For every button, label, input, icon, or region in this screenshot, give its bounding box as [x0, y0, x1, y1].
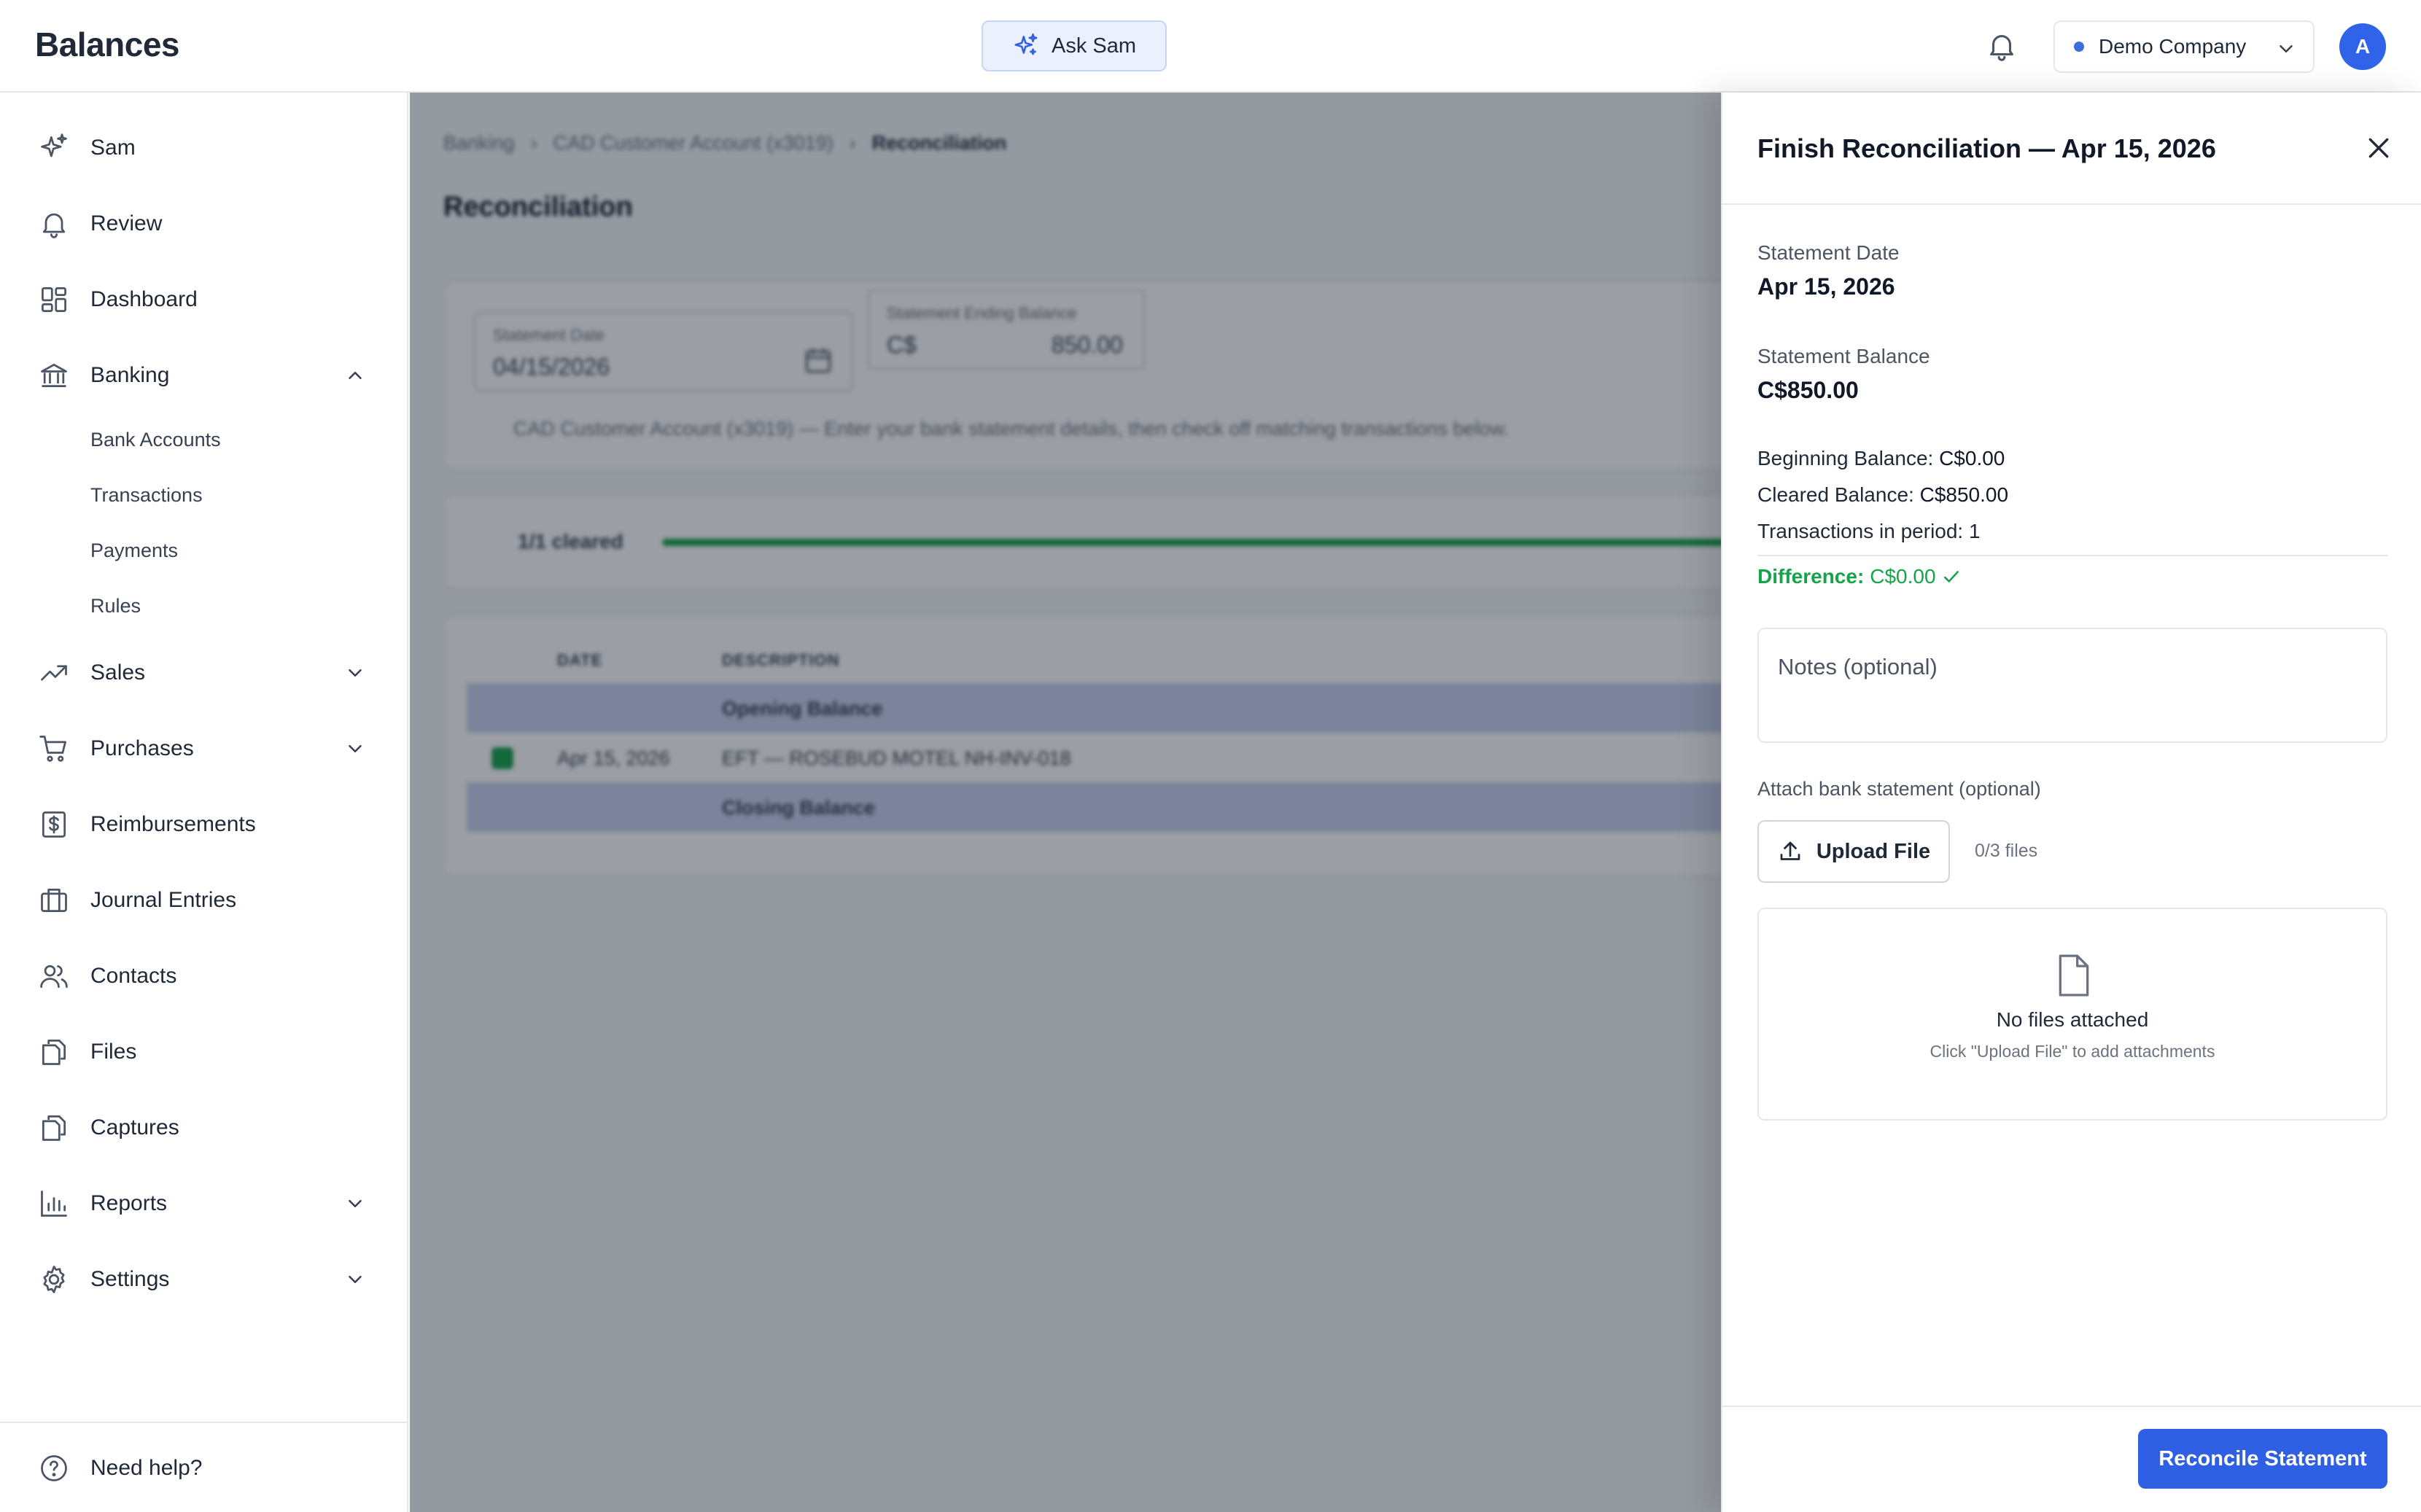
transactions-count-label: Transactions in period:: [1757, 520, 1964, 542]
sidebar-item-dashboard[interactable]: Dashboard: [38, 278, 366, 322]
bell-icon: [42, 213, 66, 238]
sidebar-item-review[interactable]: Review: [38, 202, 366, 246]
attach-statement-label: Attach bank statement (optional): [1757, 778, 2041, 800]
ask-sam-label: Ask Sam: [1051, 34, 1137, 58]
sparkles-icon: [1014, 33, 1038, 55]
cleared-balance-value: C$850.00: [1919, 483, 2009, 506]
finish-reconciliation-panel: Finish Reconciliation — Apr 15, 2026 Sta…: [1721, 93, 2421, 1512]
sidebar-item-banking[interactable]: Banking: [38, 354, 366, 397]
sidebar-item-reports[interactable]: Reports: [38, 1182, 366, 1225]
sidebar-item-label: Dashboard: [90, 287, 198, 311]
sidebar-item-files[interactable]: Files: [38, 1030, 366, 1074]
sidebar-item-label: Captures: [90, 1115, 179, 1139]
files-icon: [42, 1115, 66, 1141]
document-icon: [2059, 954, 2089, 997]
transactions-count-value: 1: [1969, 520, 1981, 542]
sidebar-item-label: Reimbursements: [90, 812, 256, 836]
brand-logo[interactable]: Balances: [35, 25, 180, 64]
chevron-down-icon: [349, 745, 362, 752]
sidebar-item-label: Journal Entries: [90, 888, 237, 912]
beginning-balance-line: Beginning Balance: C$0.00: [1757, 447, 2005, 470]
panel-header: Finish Reconciliation — Apr 15, 2026: [1722, 93, 2421, 205]
users-icon: [40, 965, 68, 989]
cleared-balance-label: Cleared Balance:: [1757, 483, 1914, 506]
empty-state-title: No files attached: [1996, 1008, 2149, 1031]
chevron-down-icon: [349, 1276, 362, 1283]
sidebar-footer: Need help?: [0, 1422, 408, 1512]
sidebar-subitem-transactions[interactable]: Transactions: [90, 479, 203, 511]
beginning-balance-label: Beginning Balance:: [1757, 447, 1934, 469]
sidebar-subitem-payments[interactable]: Payments: [90, 534, 178, 566]
statement-date-value: Apr 15, 2026: [1757, 273, 1895, 300]
notifications-bell-icon[interactable]: [1985, 29, 2018, 63]
sidebar-item-journal-entries[interactable]: Journal Entries: [38, 878, 366, 922]
checkmark-icon: [1943, 571, 1959, 582]
sidebar-item-label: Sales: [90, 660, 146, 685]
sparkles-icon: [41, 133, 67, 157]
difference-value: C$0.00: [1870, 565, 1936, 588]
top-bar: Balances Ask Sam Demo Company A: [0, 0, 2421, 93]
sidebar: Sam Review Dashboard Banking Bank Accoun…: [0, 93, 408, 1512]
difference-line: Difference: C$0.00: [1757, 565, 1961, 588]
company-status-dot: [2074, 42, 2084, 52]
beginning-balance-value: C$0.00: [1939, 447, 2005, 469]
cart-icon: [39, 736, 66, 762]
difference-label: Difference:: [1757, 565, 1865, 588]
bar-chart-icon: [41, 1190, 67, 1217]
sidebar-item-label: Review: [90, 211, 163, 235]
attachments-dropzone[interactable]: No files attached Click "Upload File" to…: [1757, 908, 2387, 1121]
upload-file-label: Upload File: [1816, 839, 1931, 863]
chevron-up-icon: [349, 372, 362, 379]
panel-title: Finish Reconciliation — Apr 15, 2026: [1757, 133, 2216, 163]
transactions-count-line: Transactions in period: 1: [1757, 520, 1981, 543]
trending-up-icon: [41, 665, 67, 681]
sidebar-item-purchases[interactable]: Purchases: [38, 727, 366, 771]
sidebar-item-settings[interactable]: Settings: [38, 1258, 366, 1301]
sidebar-item-sales[interactable]: Sales: [38, 651, 366, 695]
help-circle-icon: [41, 1455, 67, 1481]
sidebar-item-label: Sam: [90, 136, 136, 160]
sidebar-subitem-bank-accounts[interactable]: Bank Accounts: [90, 424, 221, 456]
empty-state-hint: Click "Upload File" to add attachments: [1930, 1042, 2215, 1061]
chevron-down-icon: [349, 1200, 362, 1207]
sidebar-item-label: Files: [90, 1040, 137, 1064]
briefcase-icon: [41, 888, 67, 913]
sidebar-item-reimbursements[interactable]: Reimbursements: [38, 803, 366, 846]
ask-sam-button[interactable]: Ask Sam: [982, 20, 1167, 71]
gear-icon: [43, 1266, 65, 1293]
statement-date-label: Statement Date: [1757, 241, 1900, 264]
need-help-label: Need help?: [90, 1456, 203, 1480]
sidebar-item-label: Banking: [90, 363, 170, 387]
dashboard-icon: [42, 287, 66, 312]
company-switcher[interactable]: Demo Company: [2053, 20, 2315, 73]
sidebar-item-label: Purchases: [90, 736, 194, 760]
sidebar-item-contacts[interactable]: Contacts: [38, 954, 366, 998]
files-icon: [42, 1040, 66, 1065]
sidebar-item-captures[interactable]: Captures: [38, 1106, 366, 1150]
summary-divider: [1757, 555, 2387, 556]
statement-balance-value: C$850.00: [1757, 377, 1859, 403]
need-help-link[interactable]: Need help?: [38, 1446, 366, 1490]
sidebar-item-label: Reports: [90, 1191, 168, 1215]
sidebar-item-label: Settings: [90, 1267, 170, 1291]
file-count: 0/3 files: [1975, 841, 2038, 861]
receipt-dollar-icon: [42, 811, 66, 838]
cleared-balance-line: Cleared Balance: C$850.00: [1757, 483, 2008, 507]
company-name: Demo Company: [2099, 35, 2247, 58]
panel-footer: Reconcile Statement: [1722, 1406, 2421, 1512]
notes-textarea[interactable]: [1757, 628, 2387, 743]
app-root: Balances Ask Sam Demo Company A Sam Revi…: [0, 0, 2421, 1512]
user-avatar[interactable]: A: [2339, 23, 2386, 70]
chevron-down-icon: [349, 669, 362, 677]
reconcile-statement-button[interactable]: Reconcile Statement: [2138, 1429, 2387, 1489]
sidebar-item-label: Contacts: [90, 964, 177, 988]
close-icon[interactable]: [2364, 133, 2393, 163]
chevron-down-icon: [2280, 45, 2293, 52]
statement-balance-label: Statement Balance: [1757, 345, 1930, 367]
bank-icon: [41, 363, 67, 388]
sidebar-subitem-rules[interactable]: Rules: [90, 590, 141, 622]
upload-icon: [1780, 841, 1800, 860]
upload-file-button[interactable]: Upload File: [1757, 820, 1950, 883]
sidebar-item-sam[interactable]: Sam: [38, 126, 366, 170]
